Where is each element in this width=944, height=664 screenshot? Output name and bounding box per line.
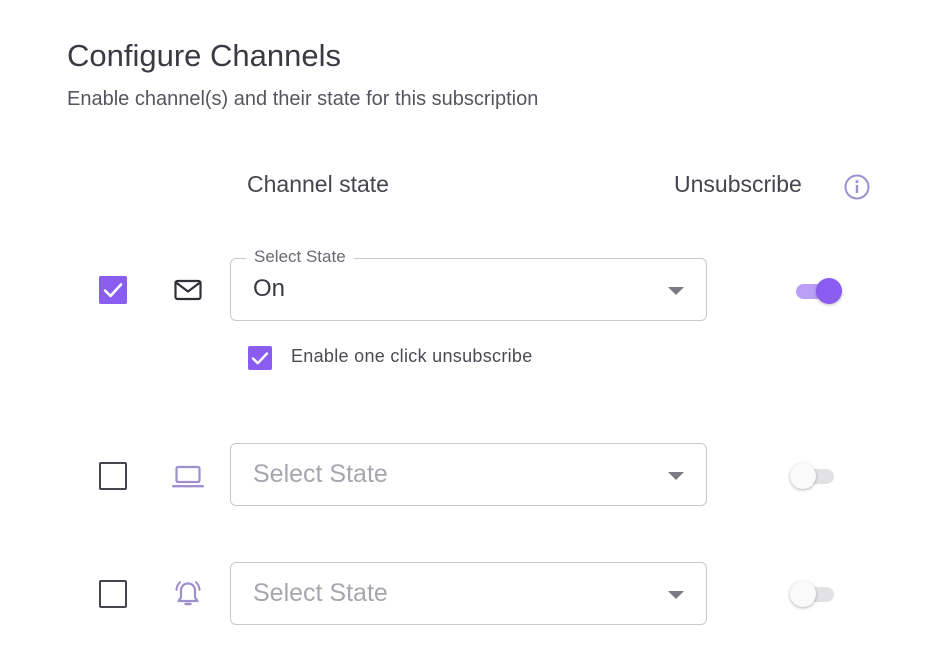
select-state-label: Select State bbox=[246, 247, 354, 267]
toggle-knob bbox=[790, 463, 816, 489]
toggle-knob bbox=[790, 581, 816, 607]
info-icon[interactable] bbox=[843, 173, 871, 201]
one-click-unsubscribe-checkbox[interactable] bbox=[248, 346, 272, 370]
chevron-down-icon bbox=[668, 591, 684, 599]
push-unsubscribe-toggle[interactable] bbox=[790, 580, 838, 608]
push-state-select[interactable]: Select State bbox=[230, 562, 707, 625]
column-header-unsubscribe: Unsubscribe bbox=[674, 171, 802, 197]
one-click-unsubscribe-label: Enable one click unsubscribe bbox=[291, 346, 533, 366]
push-channel-checkbox[interactable] bbox=[99, 580, 127, 608]
email-state-select[interactable]: Select State On bbox=[230, 247, 707, 321]
email-unsubscribe-toggle[interactable] bbox=[794, 277, 842, 305]
laptop-icon bbox=[171, 459, 205, 493]
bell-alert-icon bbox=[171, 577, 205, 611]
chevron-down-icon bbox=[668, 287, 684, 295]
select-placeholder: Select State bbox=[253, 460, 388, 488]
page-title: Configure Channels bbox=[67, 38, 342, 73]
toggle-knob bbox=[816, 278, 842, 304]
web-channel-checkbox[interactable] bbox=[99, 462, 127, 490]
page-subtitle: Enable channel(s) and their state for th… bbox=[67, 88, 539, 110]
select-placeholder: Select State bbox=[253, 579, 388, 607]
column-header-channel-state: Channel state bbox=[247, 171, 389, 197]
email-icon bbox=[171, 273, 205, 307]
web-unsubscribe-toggle[interactable] bbox=[790, 462, 838, 490]
chevron-down-icon bbox=[668, 472, 684, 480]
web-state-select[interactable]: Select State bbox=[230, 443, 707, 506]
select-value: On bbox=[253, 275, 286, 302]
email-channel-checkbox[interactable] bbox=[99, 276, 127, 304]
